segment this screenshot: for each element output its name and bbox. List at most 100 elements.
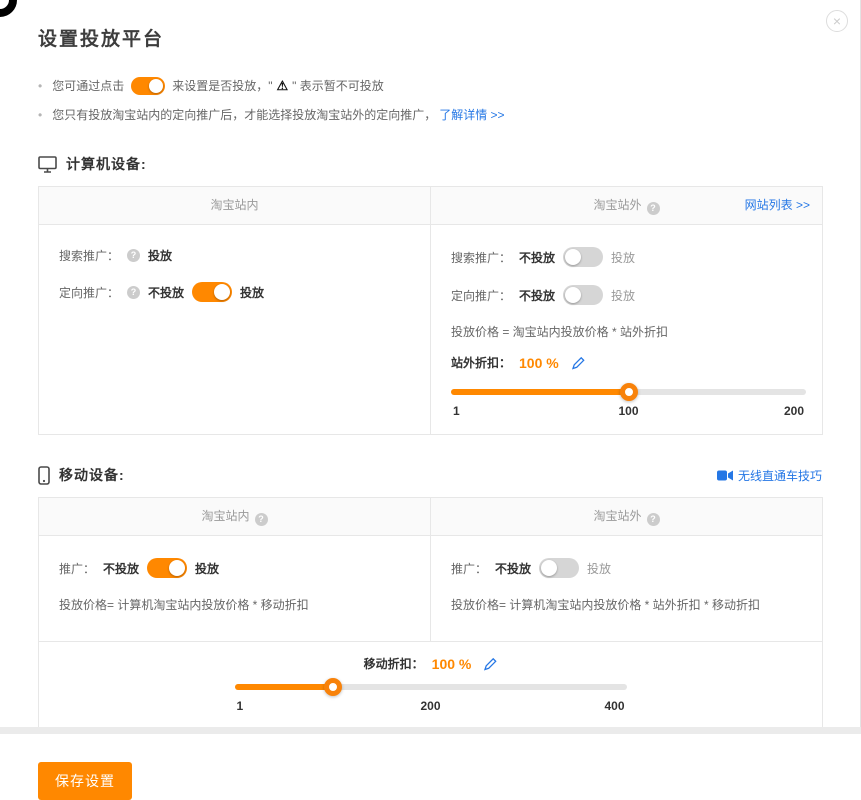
row-value: 投放 xyxy=(148,247,172,264)
on-label: 投放 xyxy=(611,287,635,304)
slider-handle[interactable] xyxy=(324,678,342,696)
off-label: 不投放 xyxy=(519,249,555,266)
mobile-discount-footer: 移动折扣： 100 % 1 200 400 xyxy=(39,641,822,731)
mobile-discount-slider[interactable]: 1 200 400 xyxy=(235,684,627,715)
discount-label: 站外折扣： xyxy=(451,354,511,371)
help-icon[interactable]: ? xyxy=(647,513,660,526)
learn-more-link[interactable]: 了解详情 >> xyxy=(439,106,504,124)
offsite-price-formula: 投放价格 = 淘宝站内投放价格 * 站外折扣 xyxy=(451,323,806,340)
on-label: 投放 xyxy=(611,249,635,266)
row-label: 搜索推广： xyxy=(451,249,511,266)
video-icon xyxy=(717,470,733,481)
header-label: 淘宝站外 xyxy=(593,198,641,212)
help-icon[interactable]: ? xyxy=(127,249,140,262)
computer-offsite-target-row: 定向推广： 不投放 投放 xyxy=(451,285,806,305)
mobile-offsite-promo-row: 推广： 不投放 投放 xyxy=(451,558,806,578)
corner-badge xyxy=(0,0,17,17)
slider-tick: 200 xyxy=(420,699,440,713)
mobile-discount-row: 移动折扣： 100 % xyxy=(235,655,627,672)
header-label: 淘宝站外 xyxy=(593,509,641,523)
slider-tick: 400 xyxy=(604,699,624,713)
tip-text: 来设置是否投放，" xyxy=(172,77,272,95)
tip-item-toggle-hint: 您可通过点击 来设置是否投放，" ⚠ " 表示暂不可投放 xyxy=(38,77,822,95)
dialog-title: 设置投放平台 xyxy=(38,0,822,51)
mobile-section-header: 移动设备: 无线直通车技巧 xyxy=(38,465,822,485)
tips-list: 您可通过点击 来设置是否投放，" ⚠ " 表示暂不可投放 您只有投放淘宝站内的定… xyxy=(38,77,822,124)
tip-text: 您可通过点击 xyxy=(52,77,124,95)
slider-track[interactable] xyxy=(235,684,627,690)
computer-onsite-cell: 搜索推广：? 投放 定向推广：? 不投放 投放 xyxy=(39,225,430,434)
slider-ticks: 1 200 400 xyxy=(235,699,627,715)
slider-tick: 100 xyxy=(618,404,638,418)
off-label: 不投放 xyxy=(519,287,555,304)
header-label: 淘宝站内 xyxy=(201,509,249,523)
edit-icon[interactable] xyxy=(483,657,497,671)
discount-value: 100 % xyxy=(432,656,472,672)
computer-icon xyxy=(38,156,57,173)
close-icon[interactable]: × xyxy=(826,10,848,32)
warning-icon: ⚠ xyxy=(276,77,288,95)
offsite-discount-slider[interactable]: 1 100 200 xyxy=(451,389,806,420)
save-settings-button[interactable]: 保存设置 xyxy=(38,762,132,800)
header-label: 淘宝站内 xyxy=(210,198,258,212)
mobile-panel-header: 淘宝站内? 淘宝站外? xyxy=(39,498,822,536)
help-icon[interactable]: ? xyxy=(647,202,660,215)
sample-toggle xyxy=(131,77,165,95)
computer-onsite-search-row: 搜索推广：? 投放 xyxy=(59,247,414,264)
website-list-link[interactable]: 网站列表 >> xyxy=(745,196,810,213)
slider-ticks: 1 100 200 xyxy=(451,404,806,420)
slider-tick: 200 xyxy=(784,404,804,418)
wireless-tips-link[interactable]: 无线直通车技巧 xyxy=(717,467,822,484)
mobile-onsite-cell: 推广： 不投放 投放 投放价格= 计算机淘宝站内投放价格 * 移动折扣 xyxy=(39,536,430,641)
discount-label: 移动折扣： xyxy=(364,655,424,672)
computer-onsite-target-toggle[interactable] xyxy=(192,282,232,302)
mobile-onsite-promo-toggle[interactable] xyxy=(147,558,187,578)
toggle-knob xyxy=(169,560,185,576)
computer-panel-header: 淘宝站内 淘宝站外? 网站列表 >> xyxy=(39,187,822,225)
edit-icon[interactable] xyxy=(571,356,585,370)
computer-section-header: 计算机设备: xyxy=(38,154,822,174)
row-label: 推广： xyxy=(451,560,487,577)
link-label: 无线直通车技巧 xyxy=(738,467,822,484)
slider-track[interactable] xyxy=(451,389,806,395)
toggle-knob xyxy=(541,560,557,576)
computer-section-label: 计算机设备: xyxy=(66,154,147,174)
toggle-knob xyxy=(565,249,581,265)
off-label: 不投放 xyxy=(148,284,184,301)
tip-item-target-hint: 您只有投放淘宝站内的定向推广后，才能选择投放淘宝站外的定向推广， 了解详情 >> xyxy=(38,106,822,124)
page-bottom-strip xyxy=(0,727,861,734)
on-label: 投放 xyxy=(240,284,264,301)
computer-panel: 淘宝站内 淘宝站外? 网站列表 >> 搜索推广：? 投放 定向推广：? 不投放 … xyxy=(38,186,823,435)
help-icon[interactable]: ? xyxy=(127,286,140,299)
computer-onsite-target-row: 定向推广：? 不投放 投放 xyxy=(59,282,414,302)
computer-offsite-header: 淘宝站外? 网站列表 >> xyxy=(430,187,822,224)
toggle-knob xyxy=(149,79,163,93)
mobile-icon xyxy=(38,466,50,485)
mobile-offsite-promo-toggle[interactable] xyxy=(539,558,579,578)
computer-offsite-search-toggle[interactable] xyxy=(563,247,603,267)
tip-text: 您只有投放淘宝站内的定向推广后，才能选择投放淘宝站外的定向推广， xyxy=(52,106,436,124)
mobile-onsite-price-formula: 投放价格= 计算机淘宝站内投放价格 * 移动折扣 xyxy=(59,596,414,613)
discount-value: 100 % xyxy=(519,355,559,371)
computer-offsite-search-row: 搜索推广： 不投放 投放 xyxy=(451,247,806,267)
row-label: 搜索推广： xyxy=(59,247,119,264)
slider-handle[interactable] xyxy=(620,383,638,401)
mobile-section-label: 移动设备: xyxy=(59,465,125,485)
mobile-offsite-header: 淘宝站外? xyxy=(430,498,822,535)
delivery-platform-dialog: × 设置投放平台 您可通过点击 来设置是否投放，" ⚠ " 表示暂不可投放 您只… xyxy=(0,0,861,734)
slider-fill xyxy=(451,389,629,395)
on-label: 投放 xyxy=(195,560,219,577)
row-label: 定向推广： xyxy=(59,284,119,301)
mobile-panel: 淘宝站内? 淘宝站外? 推广： 不投放 投放 投放价格= 计算机淘宝站内投放价格… xyxy=(38,497,823,732)
toggle-knob xyxy=(214,284,230,300)
row-label: 定向推广： xyxy=(451,287,511,304)
help-icon[interactable]: ? xyxy=(255,513,268,526)
mobile-offsite-price-formula: 投放价格= 计算机淘宝站内投放价格 * 站外折扣 * 移动折扣 xyxy=(451,596,806,613)
slider-fill xyxy=(235,684,333,690)
mobile-onsite-promo-row: 推广： 不投放 投放 xyxy=(59,558,414,578)
off-label: 不投放 xyxy=(495,560,531,577)
off-label: 不投放 xyxy=(103,560,139,577)
toggle-knob xyxy=(565,287,581,303)
mobile-onsite-header: 淘宝站内? xyxy=(39,498,430,535)
computer-offsite-target-toggle[interactable] xyxy=(563,285,603,305)
